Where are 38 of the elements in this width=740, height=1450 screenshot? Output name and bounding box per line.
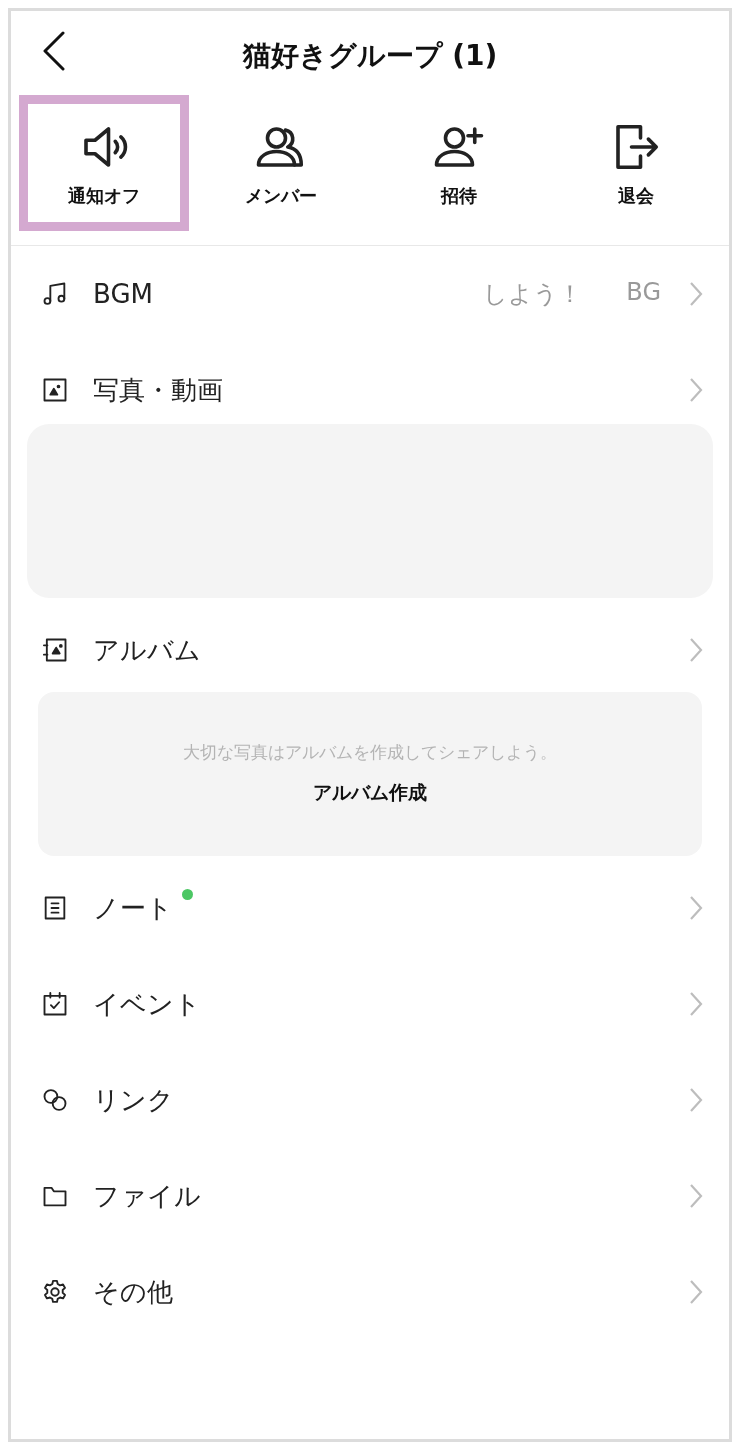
menu-label: リンク — [93, 1083, 174, 1117]
create-album-button[interactable]: アルバム作成 — [309, 777, 431, 808]
calendar-check-icon — [41, 990, 69, 1018]
chevron-right-icon — [689, 377, 703, 403]
menu-item[interactable]: その他 — [11, 1244, 729, 1340]
menu-item[interactable]: イベント — [11, 956, 729, 1052]
scrolling-text: BG — [626, 278, 661, 308]
menu-item[interactable]: リンク — [11, 1052, 729, 1148]
scrolling-text: しよう！ — [483, 279, 583, 310]
action-button[interactable]: 招待 — [374, 95, 544, 231]
settings-icon — [41, 1278, 69, 1306]
menu-label: 写真・動画 — [93, 373, 223, 407]
menu-item[interactable]: アルバム — [11, 602, 729, 698]
link-icon — [41, 1086, 69, 1114]
empty-message: 大切な写真はアルバムを作成してシェアしよう。 — [183, 740, 557, 764]
chevron-right-icon — [689, 1279, 703, 1305]
action-button[interactable]: 通知オフ — [19, 95, 189, 231]
menu-label: その他 — [93, 1275, 173, 1309]
menu-label: BGM — [93, 279, 153, 309]
action-button[interactable]: 退会 — [551, 95, 721, 231]
image-icon — [41, 376, 69, 404]
chevron-right-icon — [689, 895, 703, 921]
menu-label: ノート — [93, 890, 173, 926]
chevron-right-icon — [689, 991, 703, 1017]
group-title: 猫好きグループ (1) — [242, 38, 498, 74]
menu-label: アルバム — [93, 633, 201, 667]
chevron-right-icon — [689, 637, 703, 663]
menu-item[interactable]: 写真・動画 — [11, 342, 729, 438]
chevron-right-icon — [689, 1087, 703, 1113]
chevron-right-icon — [689, 281, 703, 307]
menu-item[interactable]: ノート — [11, 860, 729, 956]
chevron-right-icon — [689, 1183, 703, 1209]
menu-label: ファイル — [93, 1179, 201, 1213]
album-icon — [41, 636, 69, 664]
menu-label: イベント — [93, 987, 201, 1021]
action-button[interactable]: メンバー — [196, 95, 366, 231]
menu-item[interactable]: ファイル — [11, 1148, 729, 1244]
menu-item[interactable]: BGM しよう！ BG — [11, 246, 729, 342]
